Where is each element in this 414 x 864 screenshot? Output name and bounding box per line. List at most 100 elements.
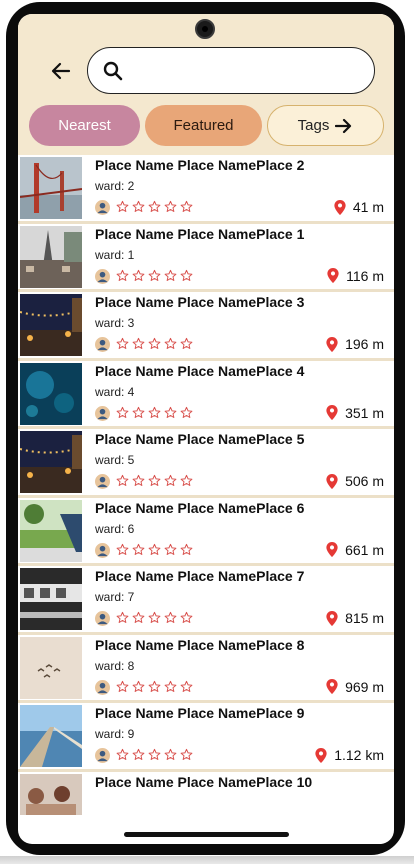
distance-label: 41 m — [352, 199, 384, 215]
back-arrow-icon — [51, 62, 71, 80]
rating-stars[interactable] — [116, 680, 193, 693]
location-pin-icon — [315, 747, 327, 763]
distance-label: 1.12 km — [334, 747, 384, 763]
location-pin-icon — [326, 336, 338, 352]
star-icon[interactable] — [148, 337, 161, 350]
place-thumbnail — [20, 362, 82, 425]
list-item[interactable]: Place Name Place NamePlace 1 ward: 1 116 … — [18, 223, 394, 292]
star-icon[interactable] — [132, 474, 145, 487]
star-icon[interactable] — [180, 680, 193, 693]
distance-label: 815 m — [345, 610, 384, 626]
star-icon[interactable] — [132, 337, 145, 350]
home-indicator[interactable] — [124, 832, 289, 837]
star-icon[interactable] — [116, 543, 129, 556]
list-item[interactable]: Place Name Place NamePlace 5 ward: 5 506 … — [18, 429, 394, 498]
star-icon[interactable] — [148, 269, 161, 282]
list-item[interactable]: Place Name Place NamePlace 8 ward: 8 969 … — [18, 634, 394, 703]
star-icon[interactable] — [116, 269, 129, 282]
rating-stars[interactable] — [116, 748, 193, 761]
star-icon[interactable] — [116, 680, 129, 693]
place-distance: 969 m — [326, 679, 384, 695]
location-pin-icon — [326, 610, 338, 626]
star-icon[interactable] — [132, 680, 145, 693]
location-pin-icon — [326, 679, 338, 694]
star-icon[interactable] — [180, 200, 193, 213]
place-thumbnail — [20, 225, 82, 288]
filter-tags-button[interactable]: Tags — [267, 105, 384, 146]
star-icon[interactable] — [116, 748, 129, 761]
place-ward: ward: 6 — [95, 521, 135, 536]
filter-featured-button[interactable]: Featured — [145, 105, 262, 146]
place-thumbnail — [20, 568, 82, 630]
list-item[interactable]: Place Name Place NamePlace 3 ward: 3 196 … — [18, 292, 394, 361]
search-box[interactable] — [87, 47, 375, 94]
search-icon — [102, 60, 124, 82]
place-title: Place Name Place NamePlace 10 — [95, 773, 313, 790]
star-icon[interactable] — [180, 543, 193, 556]
rating-stars[interactable] — [116, 611, 193, 624]
star-icon[interactable] — [116, 200, 129, 213]
star-icon[interactable] — [116, 611, 129, 624]
list-item[interactable]: Place Name Place NamePlace 2 ward: 2 41 m — [18, 155, 394, 224]
star-icon[interactable] — [180, 269, 193, 282]
star-icon[interactable] — [164, 543, 177, 556]
star-icon[interactable] — [148, 474, 161, 487]
star-icon[interactable] — [132, 406, 145, 419]
star-icon[interactable] — [180, 406, 193, 419]
star-icon[interactable] — [148, 200, 161, 213]
filter-nearest-button[interactable]: Nearest — [29, 105, 140, 146]
rating-stars[interactable] — [116, 543, 193, 556]
list-item[interactable]: Place Name Place NamePlace 7 ward: 7 815 … — [18, 566, 394, 635]
star-icon[interactable] — [180, 474, 193, 487]
filter-nearest-label: Nearest — [58, 117, 111, 134]
filter-featured-label: Featured — [173, 117, 234, 134]
star-icon[interactable] — [180, 337, 193, 350]
distance-label: 661 m — [345, 541, 384, 558]
list-item[interactable]: Place Name Place NamePlace 10 — [18, 771, 394, 815]
back-button[interactable] — [48, 58, 74, 84]
star-icon[interactable] — [132, 748, 145, 761]
list-item[interactable]: Place Name Place NamePlace 4 ward: 4 351 … — [18, 360, 394, 429]
star-icon[interactable] — [164, 680, 177, 693]
star-icon[interactable] — [164, 406, 177, 419]
star-icon[interactable] — [132, 269, 145, 282]
list-item[interactable]: Place Name Place NamePlace 9 ward: 9 1.12… — [18, 703, 394, 772]
star-icon[interactable] — [164, 474, 177, 487]
rating-stars[interactable] — [116, 474, 193, 487]
places-list[interactable]: Place Name Place NamePlace 2 ward: 2 41 m… — [18, 155, 394, 815]
star-icon[interactable] — [132, 543, 145, 556]
star-icon[interactable] — [148, 543, 161, 556]
rating-stars[interactable] — [116, 406, 193, 419]
place-thumbnail — [20, 294, 82, 356]
place-title: Place Name Place NamePlace 5 — [95, 431, 305, 447]
rating-stars[interactable] — [116, 269, 193, 282]
star-icon[interactable] — [148, 748, 161, 761]
star-icon[interactable] — [116, 406, 129, 419]
distance-label: 506 m — [345, 473, 384, 489]
place-thumbnail — [20, 705, 82, 767]
rating-stars[interactable] — [116, 200, 193, 213]
star-icon[interactable] — [164, 200, 177, 213]
location-pin-icon — [326, 405, 338, 420]
user-avatar-icon — [95, 474, 110, 489]
star-icon[interactable] — [148, 406, 161, 419]
star-icon[interactable] — [180, 748, 193, 761]
star-icon[interactable] — [164, 611, 177, 624]
search-input[interactable] — [132, 60, 356, 81]
star-icon[interactable] — [148, 680, 161, 693]
star-icon[interactable] — [116, 337, 129, 350]
star-icon[interactable] — [180, 611, 193, 624]
star-icon[interactable] — [132, 611, 145, 624]
star-icon[interactable] — [164, 337, 177, 350]
star-icon[interactable] — [116, 474, 129, 487]
rating-stars[interactable] — [116, 337, 193, 350]
star-icon[interactable] — [164, 269, 177, 282]
place-ward: ward: 5 — [95, 453, 135, 467]
user-avatar-icon — [95, 337, 110, 352]
list-item[interactable]: Place Name Place NamePlace 6 ward: 6 661 … — [18, 497, 394, 566]
star-icon[interactable] — [164, 748, 177, 761]
star-icon[interactable] — [132, 200, 145, 213]
place-title: Place Name Place NamePlace 3 — [95, 294, 305, 310]
place-thumbnail — [20, 773, 82, 815]
star-icon[interactable] — [148, 611, 161, 624]
